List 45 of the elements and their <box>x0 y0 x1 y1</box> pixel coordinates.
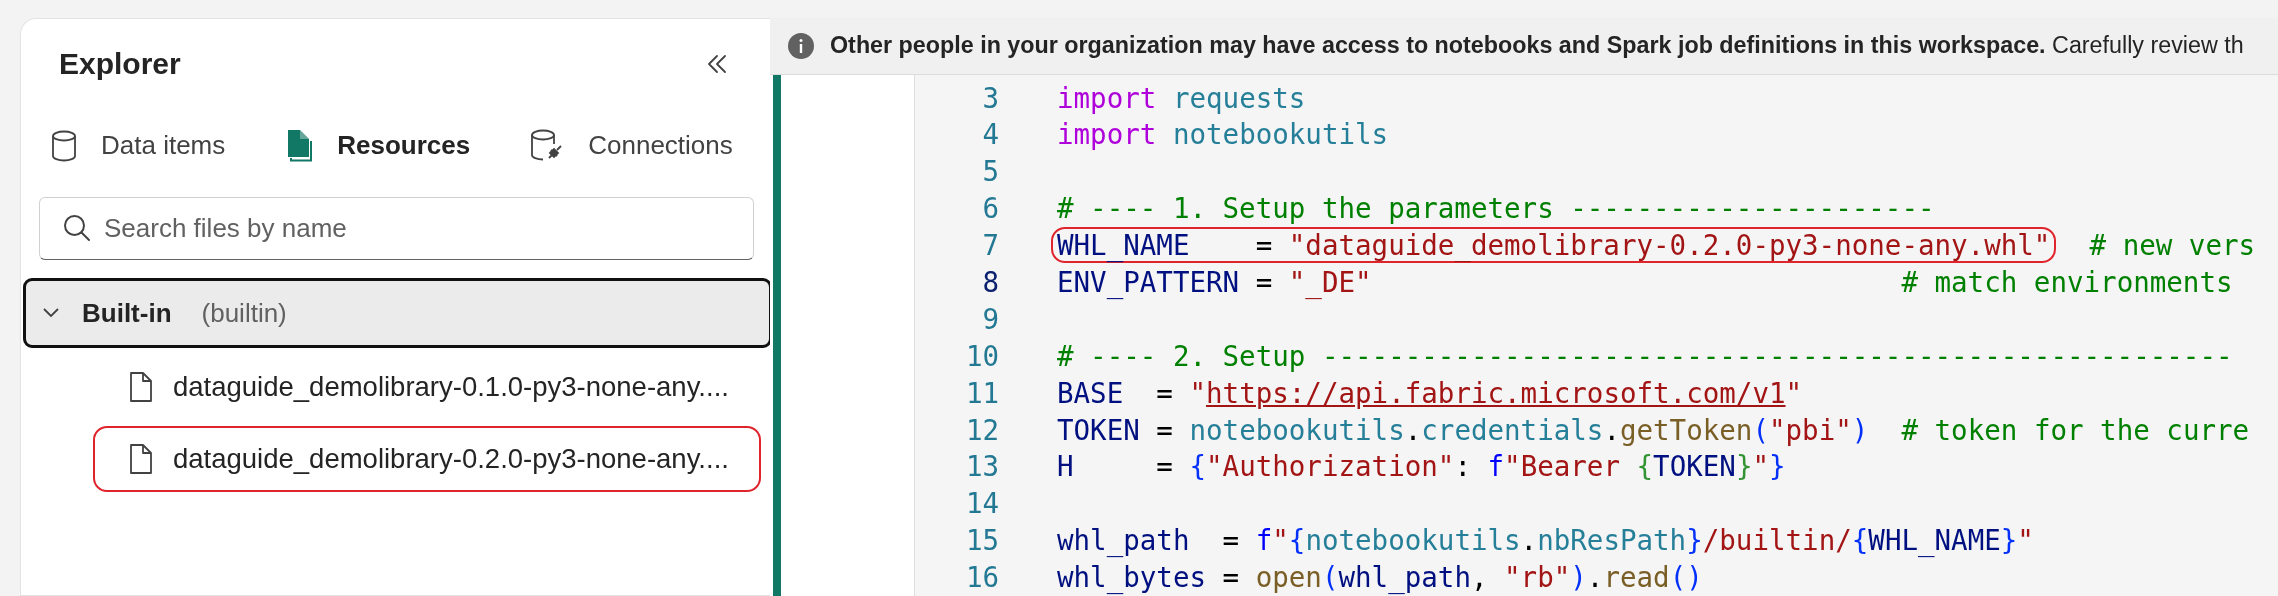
line-number: 3 <box>981 80 999 116</box>
line-number: 12 <box>964 412 999 448</box>
code-text: BASE = "https://api.fabric.microsoft.com/v1" <box>1057 375 1803 411</box>
double-chevron-left-icon <box>706 52 728 75</box>
code-text: whl_bytes = open(whl_path, "rb").read() <box>1057 560 1703 596</box>
tab[interactable]: Data items <box>43 120 234 179</box>
code-comment: # match environments <box>1900 265 2233 300</box>
database-plug-icon <box>530 128 565 163</box>
file-icon <box>129 371 153 403</box>
line-number: 8 <box>981 265 999 300</box>
line-number: 5 <box>981 154 999 190</box>
code-text: import notebookutils <box>1057 117 1389 153</box>
chevron-down-icon <box>42 307 60 319</box>
file-icon <box>129 443 153 475</box>
code-comment: # ---- 2. Setup ------------------------------------------------------- <box>1057 338 2233 374</box>
code-text: import requests <box>1057 80 1306 116</box>
line-number: 16 <box>964 560 999 596</box>
line-number: 15 <box>964 523 999 559</box>
database-icon <box>51 129 77 162</box>
line-number: 10 <box>964 338 999 374</box>
code-text: whl_path = f"{notebookutils.nbResPath}/builtin/{WHL_NAME}" <box>1057 523 2034 559</box>
code-comment: # new vers <box>2088 228 2256 264</box>
document-icon <box>285 128 314 163</box>
line-number: 7 <box>981 228 999 264</box>
line-number: 14 <box>964 486 999 522</box>
tab[interactable]: Connections <box>522 120 741 179</box>
code-comment: # token for the curre <box>1900 412 2250 448</box>
line-number: 13 <box>964 449 999 485</box>
tree-folder-row[interactable]: Built-in (builtin) <box>23 278 772 348</box>
tab[interactable]: Resources <box>277 120 479 179</box>
info-icon <box>788 32 814 59</box>
line-number: 9 <box>981 301 999 337</box>
code-text: WHL_NAME = "dataguide_demolibrary-0.2.0-py3-none-any.whl" <box>1051 227 2057 264</box>
line-number: 6 <box>981 191 999 227</box>
file-item[interactable]: dataguide_demolibrary-0.1.0-py3-none-any.... <box>93 354 761 420</box>
code-text: TOKEN = notebookutils.credentials.getToken("pbi") <box>1057 412 1869 448</box>
code-text: H = {"Authorization": f"Bearer {TOKEN}"} <box>1057 449 1786 485</box>
line-number: 11 <box>964 375 999 411</box>
code-text: ENV_PATTERN = "_DE" <box>1057 265 1372 301</box>
panel-title: Explorer <box>59 46 181 82</box>
search-field[interactable]: Search files by name <box>39 197 754 260</box>
code-comment: # ---- 1. Setup the parameters ---------------------- <box>1057 191 1935 227</box>
banner-text: Other people in your organization may have access to notebooks and Spark job definitions in this workspace. Carefully review th <box>830 31 2244 61</box>
line-number: 4 <box>981 117 999 153</box>
file-item[interactable]: dataguide_demolibrary-0.2.0-py3-none-any.... <box>93 426 761 492</box>
